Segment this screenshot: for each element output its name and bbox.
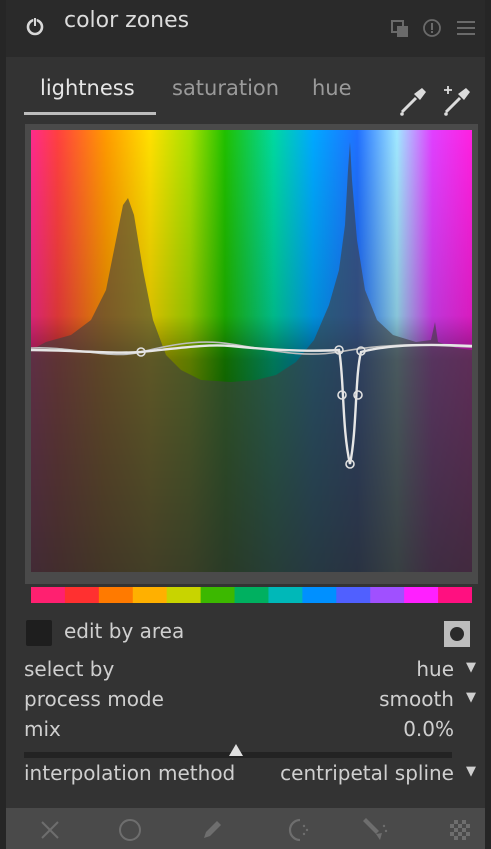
colorbar-segment: [98, 587, 134, 603]
show-mask-button[interactable]: [444, 621, 470, 647]
mix-value: 0.0%: [403, 717, 454, 741]
circle-shape-icon[interactable]: [116, 816, 144, 844]
process-mode-label: process mode: [24, 687, 164, 711]
tab-bar: lightness saturation hue: [6, 66, 485, 118]
mix-slider[interactable]: mix 0.0%: [24, 717, 476, 743]
edit-by-area-checkbox[interactable]: [26, 620, 52, 646]
colorbar-segment: [336, 587, 371, 603]
mix-label: mix: [24, 717, 61, 741]
mask-dot-icon: [450, 627, 464, 641]
tab-hue[interactable]: hue: [312, 76, 352, 100]
colorbar-segment: [132, 587, 168, 603]
mask-toolbar: [6, 808, 485, 849]
power-icon[interactable]: [24, 15, 46, 37]
dropdown-arrow-icon: ▼: [466, 764, 476, 779]
pencil-shape-icon[interactable]: [198, 816, 226, 844]
select-by-label: select by: [24, 657, 115, 681]
tab-lightness[interactable]: lightness: [40, 76, 135, 100]
gradient-shape-icon[interactable]: [286, 816, 314, 844]
colorbar-segment: [234, 587, 269, 603]
zones-graph[interactable]: [31, 130, 472, 572]
reset-icon[interactable]: [422, 18, 442, 38]
module-title: color zones: [64, 8, 190, 33]
presets-menu-icon[interactable]: [456, 18, 476, 38]
dropdown-arrow-icon: ▼: [466, 690, 476, 705]
dropdown-arrow-icon: ▼: [466, 660, 476, 675]
colorbar-segment: [64, 587, 100, 603]
tab-saturation[interactable]: saturation: [172, 76, 279, 100]
select-by-combobox[interactable]: select by hue ▼: [24, 657, 476, 683]
brush-shape-icon[interactable]: [360, 816, 388, 844]
module-header: color zones: [6, 0, 485, 57]
edit-by-area-label: edit by area: [64, 619, 185, 643]
active-tab-indicator: [24, 112, 156, 115]
select-by-value: hue: [416, 657, 454, 681]
multi-instance-icon[interactable]: [390, 18, 410, 38]
colorbar-segment: [31, 587, 66, 603]
colorbar-segment: [302, 587, 337, 603]
color-picker-icon[interactable]: [398, 84, 428, 118]
colorbar-segment: [370, 587, 405, 603]
colorbar-segment: [404, 587, 439, 603]
close-icon[interactable]: [36, 816, 64, 844]
colorbar-segment: [438, 587, 472, 603]
mix-slider-marker[interactable]: [229, 744, 243, 756]
colorbar-segment: [166, 587, 202, 603]
colorbar-segment: [268, 587, 303, 603]
interpolation-label: interpolation method: [24, 761, 236, 785]
colorbar-segment: [200, 587, 236, 603]
checkerboard-icon[interactable]: [446, 816, 474, 844]
color-zones-module: color zones lightness saturation hue edi…: [6, 0, 485, 849]
interpolation-combobox[interactable]: interpolation method centripetal spline …: [24, 761, 476, 787]
color-picker-add-icon[interactable]: [442, 84, 472, 118]
hue-colorbar: [31, 587, 472, 603]
interpolation-value: centripetal spline: [280, 761, 454, 785]
process-mode-combobox[interactable]: process mode smooth ▼: [24, 687, 476, 713]
process-mode-value: smooth: [379, 687, 454, 711]
